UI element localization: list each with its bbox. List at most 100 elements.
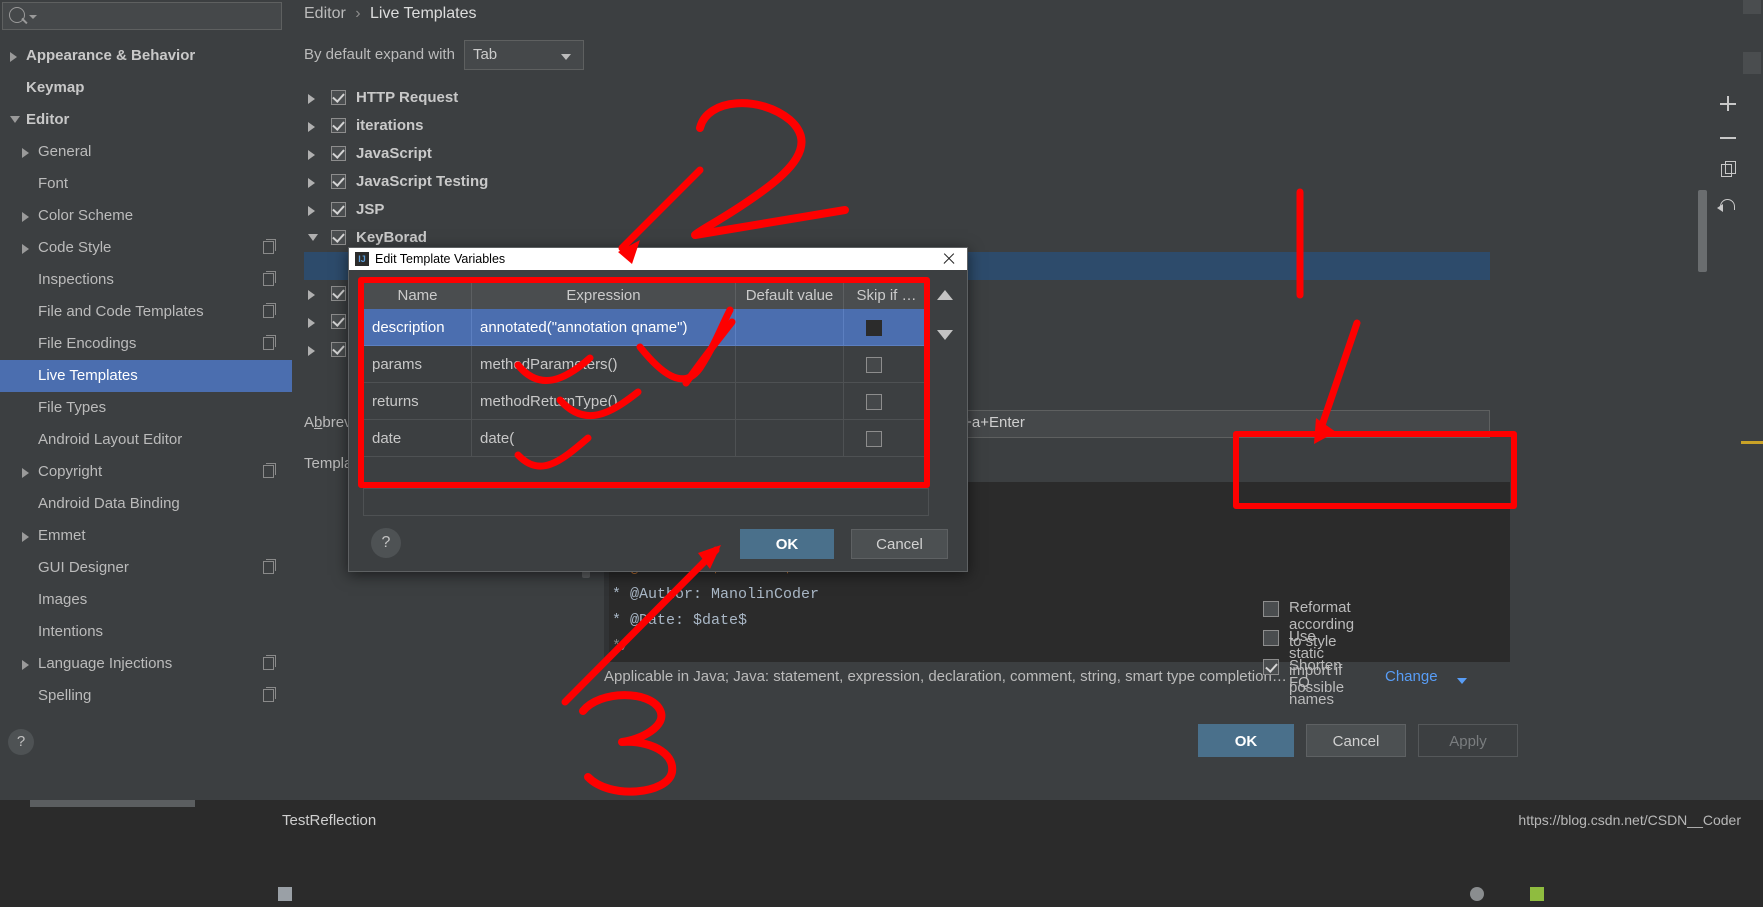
table-cell-expression[interactable]: annotated("annotation qname") (472, 309, 736, 346)
table-cell-name[interactable]: returns (364, 383, 472, 420)
template-group-checkbox[interactable] (331, 342, 346, 357)
taskbar-icon-2[interactable] (1530, 887, 1544, 901)
table-row[interactable]: date date( (364, 420, 930, 457)
sidebar-item-editor[interactable]: Editor (0, 104, 292, 136)
copy-icon (263, 335, 276, 350)
ok-button[interactable]: OK (1198, 724, 1294, 757)
expand-with-label: By default expand with (304, 46, 455, 63)
chevron-right-icon[interactable] (10, 52, 17, 62)
table-cell-skip[interactable] (844, 346, 930, 383)
table-cell-default[interactable] (736, 309, 844, 346)
table-row[interactable]: returns methodReturnType() (364, 383, 930, 420)
scroll-up-icon[interactable] (937, 290, 953, 300)
scroll-down-icon[interactable] (937, 330, 953, 340)
sidebar-item-label: File and Code Templates (38, 303, 204, 320)
checkbox[interactable] (1263, 659, 1279, 675)
sidebar-item-keymap[interactable]: Keymap (0, 72, 292, 104)
chevron-right-icon[interactable] (308, 346, 315, 356)
breadcrumb-parent[interactable]: Editor (304, 5, 346, 22)
skip-if-checkbox[interactable] (866, 357, 882, 373)
search-input[interactable] (2, 2, 282, 30)
chevron-right-icon[interactable] (308, 178, 315, 188)
chevron-right-icon[interactable] (22, 148, 29, 158)
table-cell-name[interactable]: params (364, 346, 472, 383)
table-cell-default[interactable] (736, 420, 844, 457)
chevron-right-icon[interactable] (308, 94, 315, 104)
table-cell-default[interactable] (736, 346, 844, 383)
table-cell-name[interactable]: description (364, 309, 472, 346)
chevron-right-icon[interactable] (22, 244, 29, 254)
sidebar-item-gui-designer[interactable]: GUI Designer (0, 552, 292, 584)
chevron-right-icon[interactable] (22, 532, 29, 542)
table-header-cell[interactable]: Default value (736, 283, 844, 309)
table-header-cell[interactable]: Expression (472, 283, 736, 309)
table-cell-expression[interactable]: methodParameters() (472, 346, 736, 383)
table-header-cell[interactable]: Skip if … (844, 283, 930, 309)
template-group-checkbox[interactable] (331, 314, 346, 329)
table-cell-name[interactable]: date (364, 420, 472, 457)
chevron-right-icon[interactable] (308, 150, 315, 160)
taskbar-icon-1[interactable] (1470, 887, 1484, 901)
template-group-checkbox[interactable] (331, 146, 346, 161)
template-group-checkbox[interactable] (331, 118, 346, 133)
dialog-cancel-button[interactable]: Cancel (851, 529, 948, 559)
table-cell-expression[interactable]: date( (472, 420, 736, 457)
sidebar-item-font[interactable]: Font (0, 168, 292, 200)
chevron-right-icon[interactable] (308, 122, 315, 132)
chevron-right-icon[interactable] (308, 290, 315, 300)
sidebar-item-images[interactable]: Images (0, 584, 292, 616)
edge-highlight (1741, 441, 1763, 444)
taskbar-icon-3[interactable] (278, 887, 292, 901)
chevron-right-icon[interactable] (308, 206, 315, 216)
template-group-checkbox[interactable] (331, 90, 346, 105)
sidebar-item-inspections[interactable]: Inspections (0, 264, 292, 296)
template-group-checkbox[interactable] (331, 230, 346, 245)
dialog-help-button[interactable]: ? (371, 528, 401, 558)
sidebar-item-live-templates[interactable]: Live Templates (0, 360, 292, 392)
sidebar-item-android-layout-editor[interactable]: Android Layout Editor (0, 424, 292, 456)
template-group-checkbox[interactable] (331, 286, 346, 301)
expand-with-value: Tab (472, 46, 498, 63)
sidebar-item-copyright[interactable]: Copyright (0, 456, 292, 488)
template-group-checkbox[interactable] (331, 202, 346, 217)
sidebar-item-intentions[interactable]: Intentions (0, 616, 292, 648)
table-cell-skip[interactable] (844, 309, 930, 346)
skip-if-checkbox[interactable] (866, 320, 882, 336)
sidebar-item-file-encodings[interactable]: File Encodings (0, 328, 292, 360)
checkbox[interactable] (1263, 630, 1279, 646)
close-icon[interactable] (939, 248, 959, 270)
sidebar-item-android-data-binding[interactable]: Android Data Binding (0, 488, 292, 520)
table-cell-expression[interactable]: methodReturnType() (472, 383, 736, 420)
checkbox[interactable] (1263, 601, 1279, 617)
cancel-button[interactable]: Cancel (1306, 724, 1406, 757)
sidebar-item-emmet[interactable]: Emmet (0, 520, 292, 552)
table-cell-default[interactable] (736, 383, 844, 420)
sidebar-item-color-scheme[interactable]: Color Scheme (0, 200, 292, 232)
table-row[interactable]: description annotated("annotation qname") (364, 309, 930, 346)
table-cell-skip[interactable] (844, 383, 930, 420)
skip-if-checkbox[interactable] (866, 431, 882, 447)
sidebar-item-file-and-code-templates[interactable]: File and Code Templates (0, 296, 292, 328)
table-row[interactable]: params methodParameters() (364, 346, 930, 383)
help-button[interactable]: ? (8, 729, 34, 755)
expand-with-select[interactable]: Tab (463, 40, 584, 70)
template-group-checkbox[interactable] (331, 174, 346, 189)
sidebar-item-label: File Types (38, 399, 107, 416)
sidebar-item-code-style[interactable]: Code Style (0, 232, 292, 264)
table-cell-skip[interactable] (844, 420, 930, 457)
dialog-ok-button[interactable]: OK (740, 529, 834, 559)
chevron-right-icon[interactable] (22, 468, 29, 478)
skip-if-checkbox[interactable] (866, 394, 882, 410)
chevron-down-icon[interactable] (10, 116, 20, 123)
sidebar-item-language-injections[interactable]: Language Injections (0, 648, 292, 680)
variables-table[interactable]: Name Expression Default value Skip if … desc… (363, 282, 930, 487)
chevron-right-icon[interactable] (22, 660, 29, 670)
sidebar-item-spelling[interactable]: Spelling (0, 680, 292, 712)
sidebar-item-appearance-behavior[interactable]: Appearance & Behavior (0, 40, 292, 72)
chevron-right-icon[interactable] (22, 212, 29, 222)
sidebar-item-file-types[interactable]: File Types (0, 392, 292, 424)
chevron-right-icon[interactable] (308, 318, 315, 328)
table-header-cell[interactable]: Name (364, 283, 472, 309)
sidebar-item-general[interactable]: General (0, 136, 292, 168)
chevron-down-icon[interactable] (308, 234, 318, 241)
